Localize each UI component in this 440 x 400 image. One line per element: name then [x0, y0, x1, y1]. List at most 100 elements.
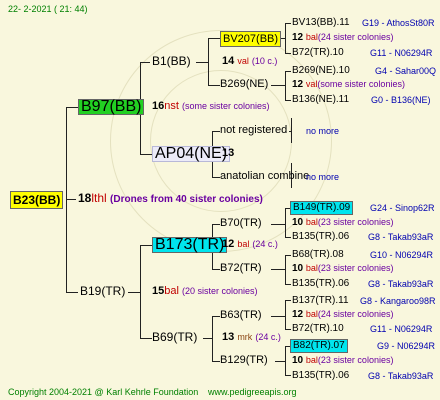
breeder-code: nst — [164, 100, 179, 112]
copyright-text: Copyright 2004-2021 @ Karl Kehrle Founda… — [8, 387, 199, 397]
connector — [212, 224, 220, 225]
connector — [128, 292, 140, 293]
g4-sire[interactable]: B269(NE).10 — [292, 64, 350, 77]
sister-note: (24 sister colonies) — [317, 32, 394, 42]
connector — [285, 255, 291, 256]
sister-note: (24 c.) — [255, 332, 281, 342]
queen-b63-label[interactable]: B63(TR) — [220, 309, 262, 322]
breeder-code: bal — [305, 263, 318, 273]
root-code: lthl — [91, 191, 107, 205]
g4-middle: 10 bal(23 sister colonies) — [292, 216, 393, 229]
connector — [285, 300, 291, 301]
connector — [140, 154, 152, 155]
g4-middle: 12 bal(24 sister colonies) — [292, 308, 393, 321]
connector — [285, 100, 291, 101]
connector — [275, 361, 285, 362]
gen-number: 14 — [222, 55, 235, 67]
connector — [212, 269, 220, 270]
connector — [196, 62, 208, 63]
breeder-code: bal — [305, 32, 318, 42]
root-gen-number: 18 — [78, 191, 92, 205]
connector — [271, 316, 285, 317]
not-registered-label: not registered — [220, 124, 288, 136]
connector — [66, 107, 67, 293]
g4-sire-code: G4 - Sahar00Q — [375, 66, 437, 76]
queen-b173-box[interactable]: B173(TR) — [152, 237, 228, 253]
queen-ap04-box[interactable]: AP04(NE) — [152, 146, 231, 162]
queen-bv207-box[interactable]: BV207(BB) — [220, 31, 282, 47]
gen-number: 13 — [222, 331, 235, 343]
gen-number: 12 — [292, 32, 304, 43]
g4-middle: 12 val(some sister colonies) — [292, 78, 405, 91]
connector — [285, 346, 286, 375]
g4-sire[interactable]: BV13(BB).11 — [292, 16, 350, 29]
connector — [212, 361, 220, 362]
breeder-code: val — [305, 79, 318, 89]
connector — [285, 53, 291, 54]
anatolian-combine-label: anatolian combine — [220, 170, 310, 182]
ap04-generation: 13 — [222, 147, 235, 159]
g4-dam[interactable]: B72(TR).10 — [292, 46, 344, 59]
queen-b1-label[interactable]: B1(BB) — [152, 55, 191, 68]
sister-note: (24 c.) — [252, 239, 278, 249]
g4-dam[interactable]: B135(TR).06 — [292, 230, 349, 243]
connector — [285, 329, 291, 330]
g4-sire[interactable]: B68(TR).08 — [292, 248, 344, 261]
b97-generation: 16nst (some sister colonies) — [152, 100, 270, 113]
gen-number: 12 — [292, 79, 304, 90]
breeder-code: bal — [237, 239, 250, 249]
connector — [203, 338, 212, 339]
website-link[interactable]: www.pedigreeapis.org — [208, 386, 297, 399]
g4-sire-code: G24 - Sinop62R — [370, 203, 435, 213]
breeder-code: bal — [305, 309, 318, 319]
g4-sire-code: G8 - Kangaroo98R — [360, 296, 436, 306]
queen-b97-box[interactable]: B97(BB) — [78, 99, 145, 115]
connector — [208, 38, 220, 39]
gen-number: 10 — [292, 355, 304, 366]
g4-sire-highlight[interactable]: B82(TR).07 — [290, 339, 348, 353]
g4-dam-code: G0 - B136(NE) — [371, 95, 431, 105]
connector — [285, 375, 291, 376]
b1-generation: 14 val (10 c.) — [222, 55, 277, 68]
root-queen-box[interactable]: B23(BB) — [10, 191, 64, 209]
g4-sire-highlight[interactable]: B149(TR).09 — [290, 201, 354, 215]
gen-number: 15 — [152, 285, 165, 297]
g4-dam[interactable]: B136(NE).11 — [292, 93, 349, 106]
connector — [271, 85, 285, 86]
connector — [208, 38, 209, 85]
queen-b19-label[interactable]: B19(TR) — [80, 285, 125, 298]
queen-b269-label[interactable]: B269(NE) — [220, 78, 268, 91]
connector — [285, 208, 286, 237]
g4-sire-code: G19 - AthosSt80R — [362, 18, 435, 28]
breeder-code: bal — [305, 355, 318, 365]
g4-dam-code: G8 - Takab93aR — [368, 232, 434, 242]
sister-note: (20 sister colonies) — [182, 286, 258, 296]
g4-middle: 12 bal(24 sister colonies) — [292, 31, 393, 44]
gen-number: 10 — [292, 217, 304, 228]
queen-b69-label[interactable]: B69(TR) — [152, 331, 197, 344]
g4-sire-code: G9 - N06294R — [377, 341, 436, 351]
queen-b72-label[interactable]: B72(TR) — [220, 262, 262, 275]
sister-note: (24 sister colonies) — [317, 309, 394, 319]
connector — [285, 23, 286, 53]
g4-sire[interactable]: B137(TR).11 — [292, 294, 349, 307]
b19-generation: 15bal (20 sister colonies) — [152, 285, 258, 298]
sister-note: (23 sister colonies) — [317, 217, 394, 227]
watermark-ring-inner — [150, 70, 292, 212]
g4-dam[interactable]: B72(TR).10 — [292, 322, 344, 335]
connector — [212, 316, 213, 361]
connector — [285, 23, 291, 24]
g4-middle: 10 bal(23 sister colonies) — [292, 354, 393, 367]
connector — [271, 224, 285, 225]
g4-dam[interactable]: B135(TR).06 — [292, 277, 349, 290]
connector — [271, 269, 285, 270]
queen-b70-label[interactable]: B70(TR) — [220, 217, 262, 230]
connector — [140, 245, 141, 338]
g4-dam[interactable]: B135(TR).06 — [292, 369, 349, 382]
gen-number: 12 — [292, 309, 304, 320]
g4-sire-code: G10 - N06294R — [370, 250, 434, 260]
pedigree-chart: 22- 2-2021 ( 21: 44) B23(BB) 18lthl (Dro… — [0, 0, 440, 400]
no-more-label: no more — [306, 172, 340, 182]
queen-b129-label[interactable]: B129(TR) — [220, 354, 268, 367]
connector — [140, 338, 152, 339]
